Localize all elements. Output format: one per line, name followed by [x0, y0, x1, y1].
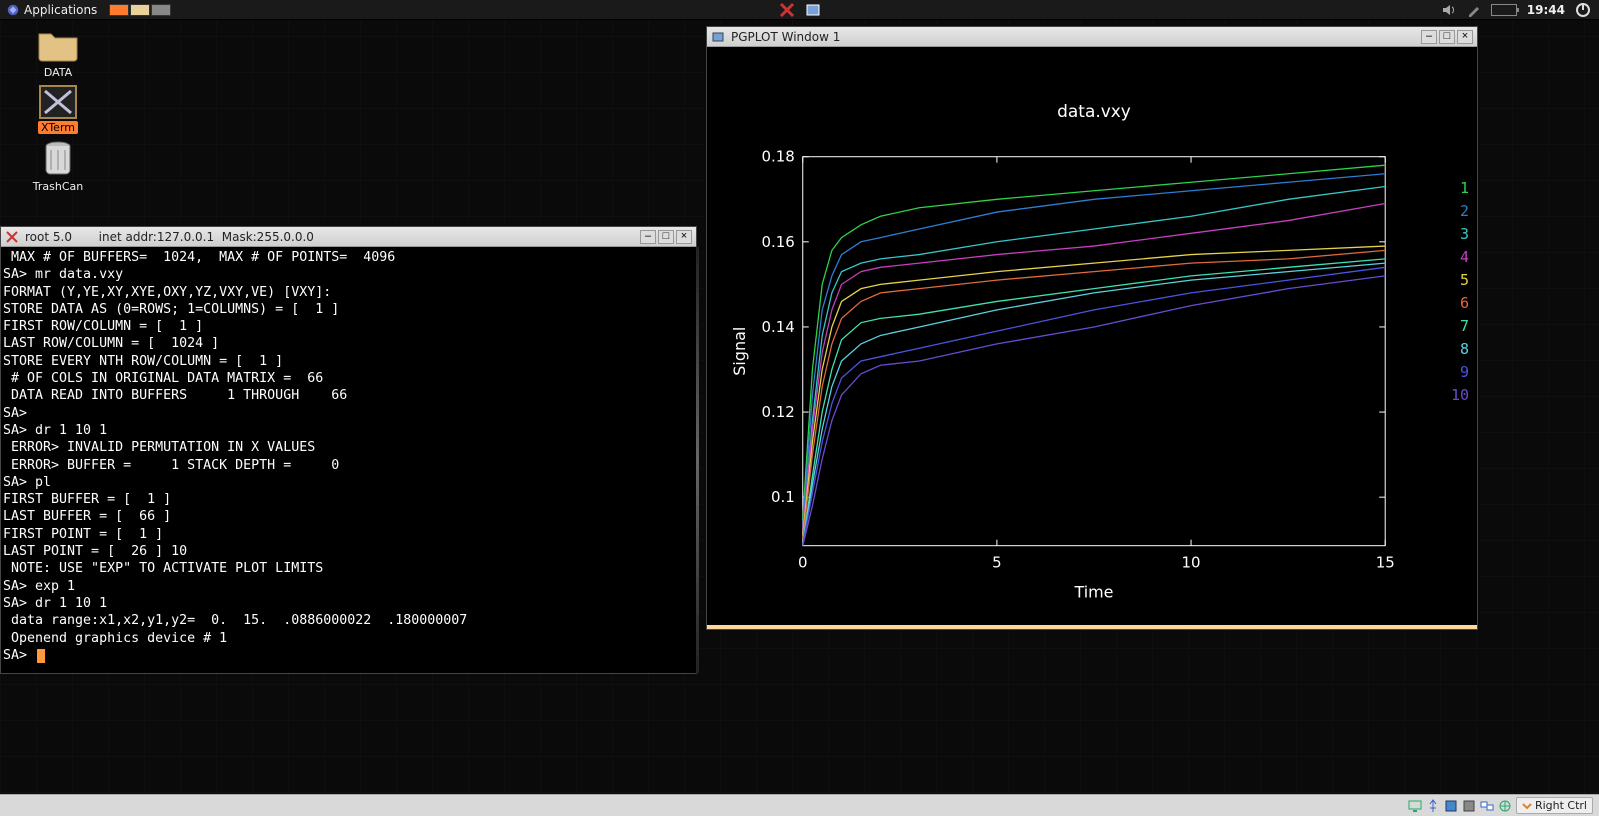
panel-bottom: Right Ctrl [0, 794, 1599, 816]
window-icon [711, 30, 725, 44]
svg-text:0: 0 [798, 554, 808, 572]
tray-folder-icon[interactable] [1462, 799, 1476, 813]
host-key-indicator[interactable]: Right Ctrl [1516, 797, 1593, 814]
volume-icon[interactable] [1441, 2, 1457, 18]
tray-usb-icon[interactable] [1426, 799, 1440, 813]
desktop-icon-xterm[interactable]: XTerm [28, 85, 88, 134]
svg-text:0.16: 0.16 [761, 233, 794, 251]
chevron-down-icon [1522, 801, 1532, 811]
pgplot-status-strip [707, 625, 1477, 629]
svg-text:0.1: 0.1 [771, 488, 795, 506]
plot-legend: 12345678910 [1451, 177, 1469, 407]
close-button[interactable]: × [676, 230, 692, 244]
pgplot-titlebar[interactable]: PGPLOT Window 1 – □ × [707, 27, 1477, 47]
minimize-button[interactable]: – [640, 230, 656, 244]
svg-text:5: 5 [992, 554, 1002, 572]
terminal-window[interactable]: root 5.0 inet addr:127.0.0.1 Mask:255.0.… [0, 226, 697, 674]
task-button[interactable] [151, 4, 171, 16]
pgplot-title: PGPLOT Window 1 [731, 30, 840, 44]
host-key-label: Right Ctrl [1535, 799, 1587, 812]
tray-globe-icon[interactable] [1498, 799, 1512, 813]
tray-screens-icon[interactable] [1480, 799, 1494, 813]
svg-text:0.18: 0.18 [761, 148, 794, 166]
applications-label: Applications [24, 3, 97, 17]
plot-svg: data.vxy 0.1 0.12 0.14 0.16 0.18 0 5 10 15 Time Sig… [707, 47, 1477, 625]
terminal-icon [39, 85, 77, 119]
applications-menu[interactable]: Applications [0, 3, 103, 17]
battery-icon[interactable] [1491, 4, 1517, 16]
task-button[interactable] [130, 4, 150, 16]
taskbar-buttons[interactable] [109, 4, 172, 16]
desktop-icons: DATA XTerm TrashCan [28, 26, 88, 193]
svg-text:data.vxy: data.vxy [1057, 101, 1131, 121]
minimize-button[interactable]: – [1421, 30, 1437, 44]
svg-text:10: 10 [1182, 554, 1201, 572]
edit-icon[interactable] [1467, 3, 1481, 17]
desktop-icon-label: DATA [41, 66, 75, 79]
scrollbar[interactable] [696, 247, 699, 673]
window-icon[interactable] [805, 2, 821, 18]
svg-text:15: 15 [1376, 554, 1395, 572]
terminal-output[interactable]: MAX # OF BUFFERS= 1024, MAX # OF POINTS=… [1, 247, 696, 673]
desktop-icon-trash[interactable]: TrashCan [28, 140, 88, 193]
terminal-titlebar[interactable]: root 5.0 inet addr:127.0.0.1 Mask:255.0.… [1, 227, 696, 247]
panel-top: Applications 19:44 [0, 0, 1599, 20]
maximize-button[interactable]: □ [658, 230, 674, 244]
x11-icon[interactable] [779, 2, 795, 18]
desktop-icon-data[interactable]: DATA [28, 26, 88, 79]
tray-monitor-icon[interactable] [1408, 799, 1422, 813]
power-icon[interactable] [1575, 2, 1591, 18]
pgplot-window[interactable]: PGPLOT Window 1 – □ × data.vxy 0.1 0.12 0.1… [706, 26, 1478, 630]
plot-canvas: data.vxy 0.1 0.12 0.14 0.16 0.18 0 5 10 15 Time Sig… [707, 47, 1477, 625]
desktop-icon-label: XTerm [38, 121, 78, 134]
terminal-title: root 5.0 inet addr:127.0.0.1 Mask:255.0.… [25, 230, 314, 244]
task-button[interactable] [109, 4, 129, 16]
folder-icon [37, 26, 79, 64]
trash-icon [37, 140, 79, 178]
svg-text:0.14: 0.14 [761, 318, 794, 336]
desktop-icon-label: TrashCan [30, 180, 86, 193]
clock[interactable]: 19:44 [1527, 3, 1565, 17]
maximize-button[interactable]: □ [1439, 30, 1455, 44]
tray-disk-icon[interactable] [1444, 799, 1458, 813]
close-button[interactable]: × [1457, 30, 1473, 44]
svg-text:0.12: 0.12 [761, 403, 794, 421]
svg-text:Time: Time [1073, 583, 1113, 602]
svg-text:Signal: Signal [730, 327, 749, 376]
x11-icon [5, 230, 19, 244]
xfce-menu-icon [6, 3, 20, 17]
